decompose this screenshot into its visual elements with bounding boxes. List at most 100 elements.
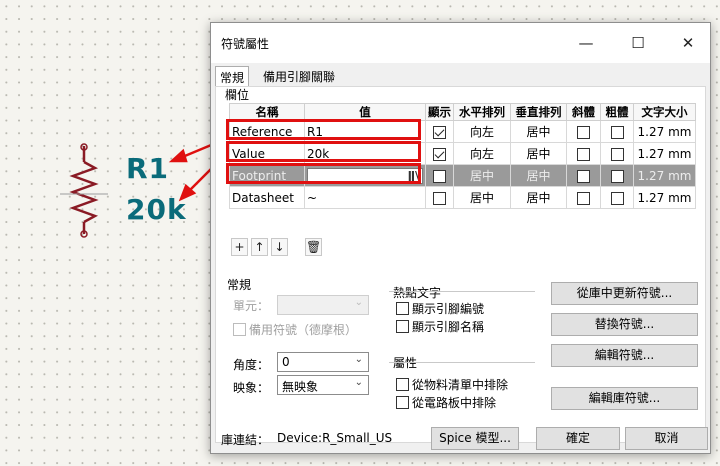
field-value[interactable]: ~ xyxy=(304,186,426,209)
ok-button[interactable]: 確定 xyxy=(536,427,620,450)
header-v-align[interactable]: 垂直排列 xyxy=(510,103,567,121)
update-from-library-button[interactable]: 從庫中更新符號... xyxy=(551,282,698,305)
v-align-cell[interactable]: 居中 xyxy=(510,142,567,165)
h-align-cell[interactable]: 向左 xyxy=(453,142,511,165)
h-align-cell[interactable]: 居中 xyxy=(453,186,511,209)
exclude-board-label: 從電路板中排除 xyxy=(412,396,497,410)
library-link-label: 庫連結： xyxy=(221,433,270,447)
highlight-reference xyxy=(226,119,421,140)
chevron-down-icon: ⌄ xyxy=(354,377,363,388)
tab-alternate-pins[interactable]: 備用引腳關聯 xyxy=(259,66,340,86)
bold-cell[interactable] xyxy=(600,164,634,187)
show-cell[interactable] xyxy=(425,186,454,209)
bold-cell[interactable] xyxy=(600,186,634,209)
angle-value: 0 xyxy=(282,355,290,369)
italic-checkbox[interactable] xyxy=(577,125,590,139)
swap-symbol-button[interactable]: 替換符號... xyxy=(551,313,698,336)
bold-cell[interactable] xyxy=(600,120,634,143)
symbol-properties-dialog: 符號屬性 — ☐ ✕ 常規 備用引腳關聯 欄位 名稱 值 顯示 水平排列 垂直排… xyxy=(210,22,711,454)
h-align-cell[interactable]: 居中 xyxy=(453,164,511,187)
h-align-cell[interactable]: 向左 xyxy=(453,120,511,143)
text-size-cell[interactable]: 1.27 mm xyxy=(633,164,696,187)
edit-symbol-button[interactable]: 編輯符號... xyxy=(551,344,698,367)
text-size-cell[interactable]: 1.27 mm xyxy=(633,142,696,165)
maximize-icon[interactable]: ☐ xyxy=(623,32,653,54)
mirror-select[interactable]: 無映象 ⌄ xyxy=(277,375,369,395)
show-pin-numbers-checkbox[interactable] xyxy=(396,302,409,315)
tab-general[interactable]: 常規 xyxy=(215,66,250,88)
text-size-cell[interactable]: 1.27 mm xyxy=(633,186,696,209)
mirror-value: 無映象 xyxy=(282,380,319,394)
v-align-cell[interactable]: 居中 xyxy=(510,186,567,209)
move-down-icon[interactable]: ↓ xyxy=(271,238,288,256)
header-h-align[interactable]: 水平排列 xyxy=(453,103,511,121)
v-align-cell[interactable]: 居中 xyxy=(510,120,567,143)
show-pin-numbers-label: 顯示引腳編號 xyxy=(412,302,485,316)
exclude-board-row[interactable]: 從電路板中排除 xyxy=(396,394,496,411)
angle-label: 角度： xyxy=(233,358,270,372)
general-group-label: 常規 xyxy=(227,278,252,292)
field-name[interactable]: Datasheet xyxy=(229,186,305,209)
header-italic[interactable]: 斜體 xyxy=(566,103,601,121)
move-up-icon[interactable]: ↑ xyxy=(251,238,268,256)
alt-symbol-checkbox-row[interactable]: 備用符號（德摩根） xyxy=(233,321,357,338)
divider xyxy=(389,291,535,292)
bold-cell[interactable] xyxy=(600,142,634,165)
show-pin-names-label: 顯示引腳名稱 xyxy=(412,320,485,334)
italic-checkbox[interactable] xyxy=(577,169,590,183)
reference-text[interactable]: R1 xyxy=(126,152,169,185)
close-icon[interactable]: ✕ xyxy=(673,32,703,54)
show-cell[interactable] xyxy=(425,164,454,187)
resistor-symbol[interactable] xyxy=(60,143,108,238)
hotkey-text-group-label: 熱點文字 xyxy=(393,286,442,300)
bold-checkbox[interactable] xyxy=(610,191,624,205)
v-align-cell[interactable]: 居中 xyxy=(510,164,567,187)
chevron-down-icon: ⌄ xyxy=(354,297,363,308)
cancel-button[interactable]: 取消 xyxy=(625,427,708,450)
table-header-row: 名稱 值 顯示 水平排列 垂直排列 斜體 粗體 文字大小 xyxy=(229,103,696,121)
table-row[interactable]: Datasheet ~ 居中 居中 1.27 mm xyxy=(229,186,696,209)
italic-checkbox[interactable] xyxy=(577,147,590,161)
show-checkbox[interactable] xyxy=(433,169,446,183)
highlight-value xyxy=(226,141,421,162)
show-pin-names-checkbox[interactable] xyxy=(396,320,409,333)
exclude-bom-label: 從物料清單中排除 xyxy=(412,378,509,392)
value-text[interactable]: 20k xyxy=(126,193,187,226)
header-bold[interactable]: 粗體 xyxy=(600,103,634,121)
exclude-bom-row[interactable]: 從物料清單中排除 xyxy=(396,376,508,393)
italic-cell[interactable] xyxy=(566,120,601,143)
show-cell[interactable] xyxy=(425,142,454,165)
mirror-label: 映象： xyxy=(233,381,270,395)
add-icon[interactable]: + xyxy=(231,238,248,256)
bold-checkbox[interactable] xyxy=(610,125,624,139)
header-text-size[interactable]: 文字大小 xyxy=(633,103,696,121)
header-name[interactable]: 名稱 xyxy=(229,103,305,121)
show-pin-numbers-row[interactable]: 顯示引腳編號 xyxy=(396,300,484,317)
show-checkbox[interactable] xyxy=(433,191,446,205)
header-show[interactable]: 顯示 xyxy=(425,103,454,121)
title-bar[interactable]: 符號屬性 — ☐ ✕ xyxy=(211,23,710,63)
bold-checkbox[interactable] xyxy=(610,169,624,183)
bold-checkbox[interactable] xyxy=(610,147,624,161)
show-pin-names-row[interactable]: 顯示引腳名稱 xyxy=(396,318,484,335)
exclude-board-checkbox[interactable] xyxy=(396,396,409,409)
alt-symbol-label: 備用符號（德摩根） xyxy=(249,323,358,337)
italic-cell[interactable] xyxy=(566,164,601,187)
show-checkbox[interactable] xyxy=(433,147,446,161)
delete-icon[interactable]: 🗑 xyxy=(305,238,322,256)
show-checkbox[interactable] xyxy=(433,125,446,139)
unit-select[interactable]: ⌄ xyxy=(277,295,369,315)
exclude-bom-checkbox[interactable] xyxy=(396,378,409,391)
italic-cell[interactable] xyxy=(566,186,601,209)
header-value[interactable]: 值 xyxy=(304,103,426,121)
angle-select[interactable]: 0 ⌄ xyxy=(277,352,369,372)
edit-library-symbol-button[interactable]: 編輯庫符號... xyxy=(551,387,698,410)
italic-checkbox[interactable] xyxy=(577,191,590,205)
show-cell[interactable] xyxy=(425,120,454,143)
spice-model-button[interactable]: Spice 模型... xyxy=(431,427,519,450)
text-size-cell[interactable]: 1.27 mm xyxy=(633,120,696,143)
italic-cell[interactable] xyxy=(566,142,601,165)
alt-symbol-checkbox[interactable] xyxy=(233,323,246,336)
dialog-title: 符號屬性 xyxy=(221,37,270,51)
minimize-icon[interactable]: — xyxy=(571,32,601,54)
